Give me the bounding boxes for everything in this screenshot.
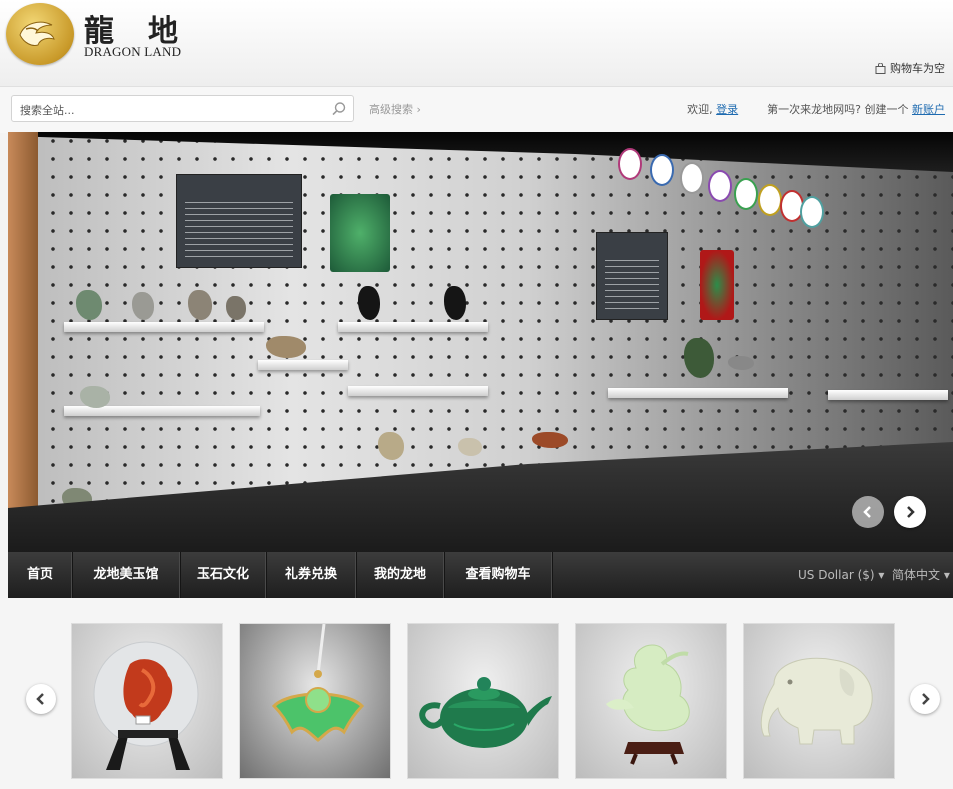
product-jade-phoenix[interactable] xyxy=(575,623,727,779)
hero-banner[interactable] xyxy=(8,132,953,552)
welcome-text: 欢迎, xyxy=(687,103,713,116)
site-header: 龍地 DRAGON LAND 购物车为空 xyxy=(0,0,953,86)
banner-prev-button[interactable] xyxy=(852,496,884,528)
chevron-left-icon xyxy=(863,506,871,518)
carousel-next-button[interactable] xyxy=(910,684,940,714)
product-jade-teapot[interactable] xyxy=(407,623,559,779)
banner-info-panel xyxy=(176,174,302,268)
first-visit-text: 第一次来龙地网吗? 创建一个 xyxy=(767,103,909,116)
cart-status-text: 购物车为空 xyxy=(890,62,945,75)
banner-info-panel xyxy=(596,232,668,320)
search-box xyxy=(11,95,354,122)
login-link[interactable]: 登录 xyxy=(716,103,738,116)
nav-item-jade-museum[interactable]: 龙地美玉馆 xyxy=(72,552,181,598)
dragon-logo-icon[interactable] xyxy=(6,3,74,65)
product-jade-elephant[interactable] xyxy=(743,623,895,779)
shopping-bag-icon xyxy=(875,62,886,74)
search-input[interactable] xyxy=(18,100,322,120)
nav-item-my-account[interactable]: 我的龙地 xyxy=(356,552,445,598)
chevron-left-icon xyxy=(36,693,44,705)
product-agate-carving[interactable] xyxy=(71,623,223,779)
main-nav: 首页 龙地美玉馆 玉石文化 礼券兑换 我的龙地 查看购物车 US Dollar … xyxy=(8,552,953,598)
nav-item-view-cart[interactable]: 查看购物车 xyxy=(444,552,553,598)
product-green-pendant[interactable] xyxy=(239,623,391,779)
logo-english-text[interactable]: DRAGON LAND xyxy=(84,44,181,60)
nav-item-home[interactable]: 首页 xyxy=(8,552,73,598)
nav-item-gift-voucher[interactable]: 礼券兑换 xyxy=(266,552,357,598)
product-carousel xyxy=(0,598,953,789)
nav-item-jade-culture[interactable]: 玉石文化 xyxy=(180,552,267,598)
search-icon[interactable] xyxy=(331,101,347,117)
currency-select[interactable]: US Dollar ($) ▾ xyxy=(798,552,884,598)
carousel-prev-button[interactable] xyxy=(26,684,56,714)
banner-next-button[interactable] xyxy=(894,496,926,528)
account-links: 欢迎, 登录 第一次来龙地网吗? 创建一个 新账户 xyxy=(687,101,945,117)
search-bar: 高级搜索 › 欢迎, 登录 第一次来龙地网吗? 创建一个 新账户 xyxy=(0,86,953,133)
banner-jade-picture xyxy=(700,250,734,320)
cart-status[interactable]: 购物车为空 xyxy=(875,60,945,76)
register-link[interactable]: 新账户 xyxy=(912,103,945,116)
advanced-search-link[interactable]: 高级搜索 › xyxy=(369,101,421,117)
language-select[interactable]: 简体中文 ▾ xyxy=(892,552,950,598)
banner-jade-picture xyxy=(330,194,390,272)
chevron-right-icon xyxy=(907,506,915,518)
chevron-right-icon xyxy=(922,693,930,705)
